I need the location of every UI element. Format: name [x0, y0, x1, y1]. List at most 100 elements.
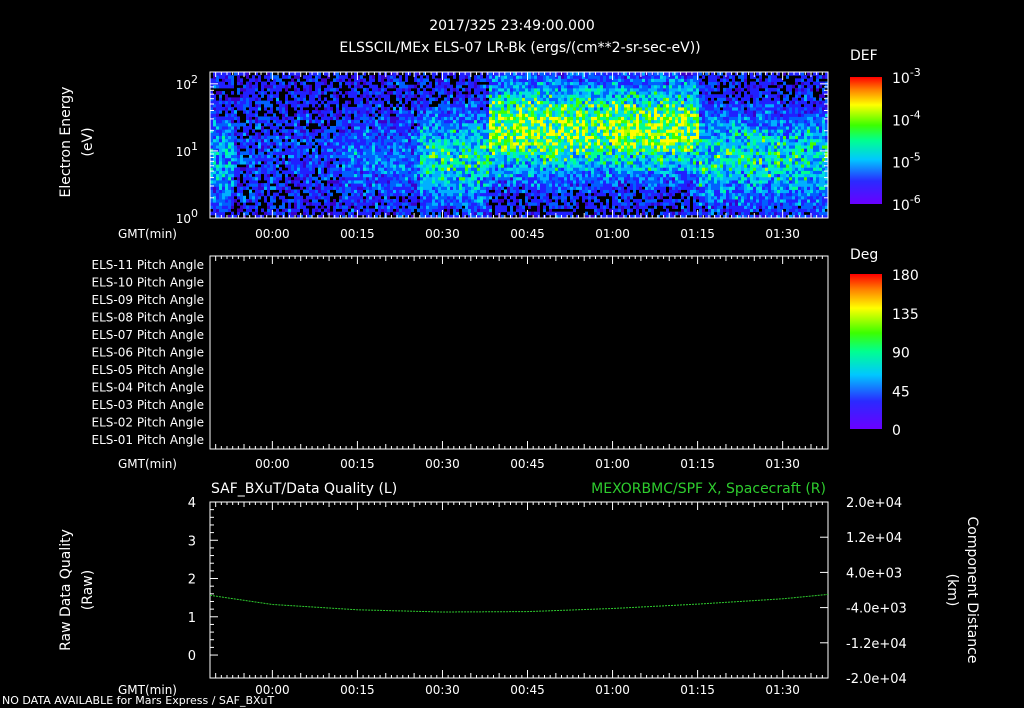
spectrogram-cell	[282, 205, 285, 209]
spectrogram-cell	[246, 170, 249, 175]
spectrogram-cell	[474, 138, 477, 143]
spectrogram-cell	[492, 170, 495, 175]
spectrogram-cell	[309, 154, 312, 159]
spectrogram-cell	[219, 125, 222, 130]
spectrogram-cell	[420, 110, 423, 114]
spectrogram-cell	[321, 78, 324, 83]
spectrogram-cell	[300, 106, 303, 111]
spectrogram-cell	[453, 186, 456, 190]
spectrogram-cell	[474, 160, 477, 165]
spectrogram-cell	[498, 106, 501, 111]
spectrogram-cell	[315, 157, 318, 162]
spectrogram-cell	[225, 170, 228, 175]
spectrogram-cell	[447, 164, 450, 168]
spectrogram-cell	[267, 148, 270, 152]
spectrogram-cell	[516, 157, 519, 162]
spectrogram-cell	[231, 154, 234, 159]
spectrogram-cell	[291, 100, 294, 105]
spectrogram-cell	[477, 154, 480, 159]
spectrogram-cell	[468, 94, 471, 98]
spectrogram-cell	[564, 141, 567, 146]
spectrogram-cell	[420, 103, 423, 108]
spectrogram-cell	[348, 154, 351, 159]
spectrogram-cell	[441, 154, 444, 159]
spectrogram-cell	[561, 211, 564, 216]
spectrogram-cell	[222, 160, 225, 165]
spectrogram-cell	[399, 202, 402, 206]
spectrogram-cell	[402, 186, 405, 190]
spectrogram-cell	[531, 176, 534, 181]
spectrogram-cell	[516, 183, 519, 187]
spectrogram-cell	[456, 183, 459, 187]
spectrogram-cell	[555, 106, 558, 111]
spectrogram-cell	[309, 138, 312, 143]
spectrogram-cell	[555, 154, 558, 159]
spectrogram-cell	[357, 141, 360, 146]
spectrogram-cell	[294, 211, 297, 216]
spectrogram-cell	[387, 110, 390, 114]
spectrogram-cell	[237, 87, 240, 92]
spectrogram-cell	[387, 141, 390, 146]
spectrogram-cell	[324, 148, 327, 152]
spectrogram-cell	[330, 106, 333, 111]
spectrogram-cell	[474, 173, 477, 178]
spectrogram-cell	[408, 208, 411, 213]
spectrogram-cell	[501, 145, 504, 149]
spectrogram-cell	[474, 141, 477, 146]
spectrogram-cell	[219, 119, 222, 124]
spectrogram-cell	[255, 81, 258, 86]
spectrogram-cell	[573, 160, 576, 165]
spectrogram-cell	[324, 110, 327, 114]
spectrogram-cell	[483, 160, 486, 165]
spectrogram-cell	[546, 103, 549, 108]
spectrogram-cell	[462, 164, 465, 168]
spectrogram-cell	[474, 106, 477, 111]
spectrogram-cell	[276, 154, 279, 159]
spectrogram-cell	[405, 129, 408, 133]
spectrogram-cell	[267, 116, 270, 121]
spectrogram-cell	[294, 160, 297, 165]
spectrogram-cell	[339, 148, 342, 152]
spectrogram-cell	[348, 84, 351, 89]
spectrogram-cell	[216, 110, 219, 114]
spectrogram-cell	[261, 81, 264, 86]
spectrogram-cell	[396, 116, 399, 121]
spectrogram-cell	[309, 202, 312, 206]
spectrogram-cell	[288, 179, 291, 184]
spectrogram-cell	[321, 192, 324, 197]
spectrogram-cell	[399, 186, 402, 190]
spectrogram-cell	[495, 75, 498, 79]
spectrogram-cell	[576, 151, 579, 156]
spectrogram-cell	[309, 87, 312, 92]
spectrogram-cell	[285, 97, 288, 102]
spectrogram-cell	[408, 145, 411, 149]
spectrogram-cell	[336, 211, 339, 216]
spectrogram-cell	[579, 100, 582, 105]
spectrogram-cell	[531, 103, 534, 108]
spectrogram-cell	[249, 81, 252, 86]
spectrogram-cell	[357, 119, 360, 124]
spectrogram-cell	[381, 116, 384, 121]
spectrogram-cell	[312, 110, 315, 114]
spectrogram-cell	[504, 141, 507, 146]
spectrogram-cell	[336, 119, 339, 124]
spectrogram-cell	[540, 192, 543, 197]
spectrogram-cell	[300, 94, 303, 98]
spectrogram-cell	[570, 160, 573, 165]
spectrogram-cell	[579, 135, 582, 140]
spectrogram-cell	[426, 179, 429, 184]
spectrogram-cell	[435, 198, 438, 203]
spectrogram-cell	[273, 205, 276, 209]
spectrogram-cell	[546, 125, 549, 130]
spectrogram-cell	[498, 135, 501, 140]
spectrogram-cell	[468, 84, 471, 89]
spectrogram-cell	[477, 198, 480, 203]
spectrogram-cell	[294, 202, 297, 206]
spectrogram-cell	[504, 94, 507, 98]
spectrogram-cell	[246, 132, 249, 136]
spectrogram-cell	[396, 205, 399, 209]
spectrogram-cell	[393, 119, 396, 124]
spectrogram-cell	[492, 160, 495, 165]
spectrogram-cell	[456, 195, 459, 200]
spectrogram-cell	[357, 202, 360, 206]
